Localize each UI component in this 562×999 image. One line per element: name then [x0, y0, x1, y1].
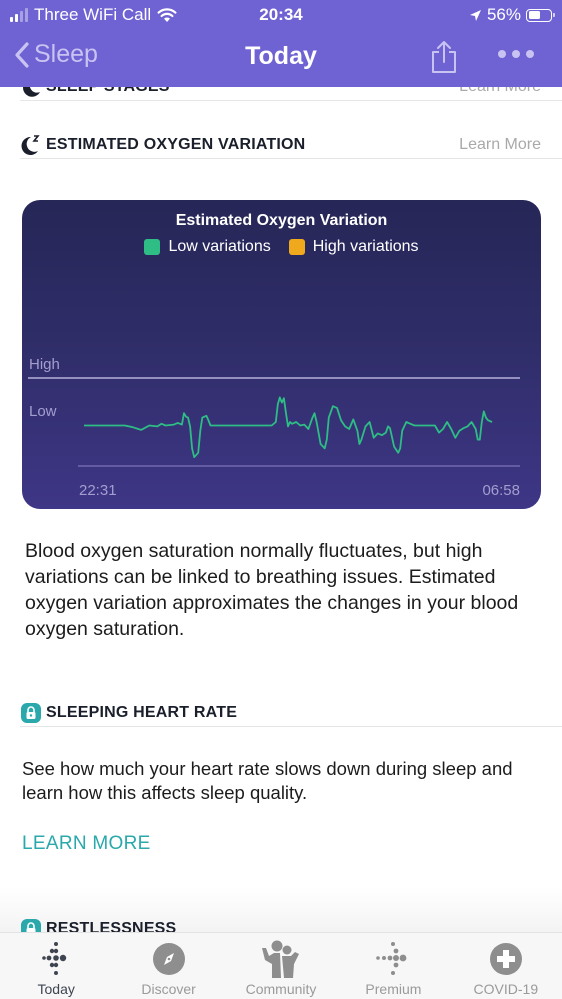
tab-label: Today	[37, 981, 75, 997]
legend-swatch-high	[288, 239, 305, 255]
x-tick-label-end: 06:58	[482, 482, 520, 499]
tab-bar: Today Discover Community Premium COVID-1…	[0, 932, 562, 999]
chart-title: Estimated Oxygen Variation	[175, 212, 388, 229]
x-tick-label-start: 22:31	[79, 482, 117, 499]
y-tick-label-low: Low	[29, 403, 57, 420]
scroll-content[interactable]: SLEEP STAGES Learn More ESTIMATED OXYGEN…	[0, 87, 562, 932]
tab-label: COVID-19	[473, 981, 539, 997]
section-header-sleeping-heart-rate: SLEEPING HEART RATE	[20, 699, 562, 727]
battery-percent: 56%	[486, 5, 521, 24]
oxygen-description: Blood oxygen saturation normally fluctua…	[25, 540, 519, 640]
legend-label-high: High variations	[312, 238, 419, 255]
nav-bar: Sleep Today	[0, 30, 562, 87]
moon-icon	[20, 87, 42, 98]
section-header-sleep-stages: SLEEP STAGES Learn More	[20, 87, 562, 101]
chart-legend: Low variations High variations	[22, 238, 541, 256]
section-title: RESTLESSNESS	[46, 920, 177, 932]
location-arrow-icon	[469, 9, 481, 21]
learn-more-link[interactable]: Learn More	[459, 87, 541, 96]
heart-rate-description: See how much your heart rate slows down …	[22, 758, 513, 803]
community-people-icon	[260, 939, 302, 979]
section-title: SLEEPING HEART RATE	[46, 703, 238, 721]
fitbit-dots-icon	[39, 939, 73, 979]
more-dots-icon	[498, 50, 506, 58]
moon-zz-icon	[20, 134, 42, 156]
lock-icon	[20, 702, 42, 724]
oxygen-variation-chart: High Low 22:31 06:58 Estimated Oxygen Va…	[22, 200, 541, 509]
legend-swatch-low	[144, 239, 161, 255]
learn-more-button[interactable]: LEARN MORE	[22, 833, 151, 855]
lock-icon	[20, 918, 42, 932]
tab-discover[interactable]: Discover	[112, 933, 224, 999]
back-label: Sleep	[34, 40, 98, 68]
legend-label-low: Low variations	[168, 238, 271, 255]
medical-cross-icon	[489, 939, 523, 979]
compass-icon	[152, 939, 186, 979]
battery-icon	[526, 8, 555, 22]
more-button[interactable]	[498, 50, 534, 58]
tab-label: Premium	[365, 981, 422, 997]
legend-item-low: Low variations	[144, 238, 271, 256]
status-bar: Three WiFi Call 20:34 56%	[0, 0, 562, 30]
legend-item-high: High variations	[288, 238, 419, 256]
tab-label: Discover	[141, 981, 196, 997]
share-icon	[432, 41, 456, 73]
series-line-low-variations	[84, 396, 493, 459]
section-title: ESTIMATED OXYGEN VARIATION	[46, 135, 306, 153]
tab-premium[interactable]: Premium	[337, 933, 449, 999]
tab-covid-19[interactable]: COVID-19	[450, 933, 562, 999]
share-button[interactable]	[429, 40, 459, 79]
section-header-restlessness: RESTLESSNESS	[20, 915, 562, 932]
tab-community[interactable]: Community	[225, 933, 337, 999]
section-title: SLEEP STAGES	[46, 87, 170, 96]
section-header-oxygen-variation: ESTIMATED OXYGEN VARIATION Learn More	[20, 131, 562, 159]
tab-label: Community	[245, 981, 317, 997]
tab-today[interactable]: Today	[0, 933, 112, 999]
chevron-left-icon	[15, 41, 29, 68]
premium-dots-icon	[374, 939, 412, 979]
y-tick-label-high: High	[29, 356, 60, 373]
top-bar: Three WiFi Call 20:34 56% Sleep Today	[0, 0, 562, 87]
learn-more-link[interactable]: Learn More	[459, 136, 541, 154]
back-button[interactable]: Sleep	[14, 40, 98, 69]
